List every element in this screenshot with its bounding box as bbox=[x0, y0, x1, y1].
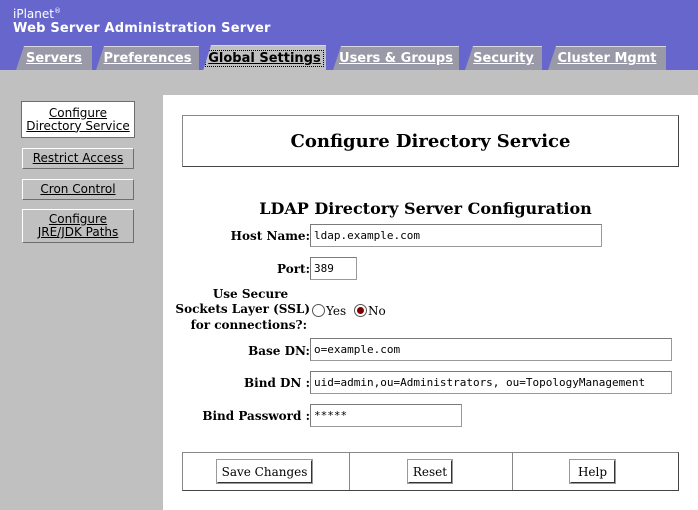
base-dn-label: Base DN: bbox=[248, 344, 310, 358]
tab-servers[interactable]: Servers bbox=[16, 46, 92, 70]
bind-password-label: Bind Password : bbox=[202, 409, 310, 423]
help-button[interactable]: Help bbox=[569, 459, 616, 484]
sidebar-item-label: Directory Service bbox=[26, 118, 130, 133]
tab-preferences[interactable]: Preferences bbox=[96, 46, 199, 70]
ssl-no-label: No bbox=[368, 304, 386, 318]
section-title: LDAP Directory Server Configuration bbox=[259, 199, 592, 218]
host-name-label: Host Name: bbox=[230, 229, 310, 243]
sidebar: Configure Directory Service Restrict Acce… bbox=[0, 73, 163, 510]
ssl-label-line1: Use Secure bbox=[212, 287, 289, 301]
button-row-divider bbox=[349, 453, 350, 490]
brand-logo: iPlanet® bbox=[13, 7, 61, 21]
ssl-label-line3: for connections?: bbox=[190, 318, 307, 332]
sidebar-item-configure-directory-service[interactable]: Configure Directory Service bbox=[21, 101, 135, 138]
ssl-yes-label: Yes bbox=[326, 304, 347, 318]
sidebar-item-configure-jre-jdk-paths[interactable]: Configure JRE/JDK Paths bbox=[22, 209, 134, 243]
main-content: Configure Directory Service LDAP Directo… bbox=[163, 95, 698, 510]
bind-dn-label: Bind DN : bbox=[244, 376, 310, 390]
sidebar-item-restrict-access[interactable]: Restrict Access bbox=[22, 148, 134, 169]
host-name-input[interactable]: ldap.example.com bbox=[310, 224, 602, 247]
tab-cluster-mgmt[interactable]: Cluster Mgmt bbox=[548, 46, 666, 70]
port-label: Port: bbox=[277, 262, 310, 276]
sidebar-item-label: Cron Control bbox=[40, 182, 116, 196]
tab-security[interactable]: Security bbox=[465, 46, 542, 70]
tab-users-groups[interactable]: Users & Groups bbox=[333, 46, 459, 70]
ssl-no-radio[interactable] bbox=[354, 304, 367, 317]
bind-dn-input[interactable]: uid=admin,ou=Administrators, ou=Topology… bbox=[310, 371, 672, 394]
page-title-box: Configure Directory Service bbox=[182, 115, 679, 167]
base-dn-input[interactable]: o=example.com bbox=[310, 338, 672, 361]
reset-button[interactable]: Reset bbox=[407, 459, 453, 484]
tab-global-settings[interactable]: Global Settings bbox=[203, 45, 326, 71]
page-title: Configure Directory Service bbox=[290, 130, 571, 152]
sidebar-item-label: Restrict Access bbox=[32, 151, 124, 165]
app-title: Web Server Administration Server bbox=[13, 21, 271, 36]
port-input[interactable]: 389 bbox=[310, 257, 357, 280]
ssl-yes-radio[interactable] bbox=[312, 304, 325, 317]
save-changes-button[interactable]: Save Changes bbox=[216, 459, 313, 484]
ssl-label-line2: Sockets Layer (SSL) bbox=[175, 302, 310, 316]
button-row-divider bbox=[512, 453, 513, 490]
sidebar-item-label: Configure bbox=[48, 105, 108, 120]
sidebar-item-label: JRE/JDK Paths bbox=[37, 225, 119, 239]
bind-password-input[interactable]: ***** bbox=[310, 404, 462, 427]
action-button-row: Save Changes Reset Help bbox=[182, 452, 679, 491]
sidebar-item-cron-control[interactable]: Cron Control bbox=[22, 179, 134, 200]
